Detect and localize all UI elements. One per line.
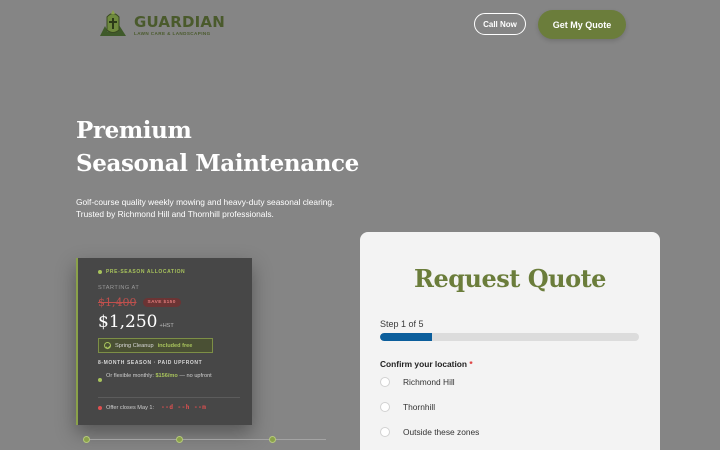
option-label: Outside these zones (403, 427, 480, 437)
step-indicator: Step 1 of 5 (380, 319, 424, 329)
timeline-dot (83, 436, 90, 443)
tax-note: +HST (159, 323, 174, 329)
location-option-outside[interactable]: Outside these zones (380, 427, 479, 437)
option-label: Thornhill (403, 402, 436, 412)
flexible-prefix: Or flexible monthly: (106, 373, 154, 379)
save-badge: SAVE $150 (142, 298, 181, 307)
call-now-button[interactable]: Call Now (474, 13, 526, 35)
offer-deadline-row: Offer closes May 1: --d --h --m (98, 404, 206, 411)
quote-form-card: Request Quote Step 1 of 5 Confirm your l… (360, 232, 660, 450)
hero-subtitle: Golf-course quality weekly mowing and he… (76, 197, 335, 219)
radio-button[interactable] (380, 377, 390, 387)
old-price-row: $1,400 SAVE $150 (98, 296, 181, 309)
location-option-thornhill[interactable]: Thornhill (380, 402, 435, 412)
hero-title: Premium Seasonal Maintenance (76, 114, 359, 180)
timeline-line (86, 439, 326, 440)
cleanup-status: included free (157, 342, 193, 349)
check-circle-icon (104, 342, 111, 349)
radio-button[interactable] (380, 427, 390, 437)
countdown-timer: --d --h --m (161, 404, 207, 411)
timeline-dot (176, 436, 183, 443)
new-price: $1,250 (98, 312, 158, 332)
alert-dot-icon (98, 405, 102, 410)
location-option-richmond-hill[interactable]: Richmond Hill (380, 377, 455, 387)
option-label: Richmond Hill (403, 377, 455, 387)
logo-name: GUARDIAN (134, 12, 225, 31)
status-dot-icon (98, 270, 102, 274)
card-divider (98, 397, 240, 398)
allocation-text: PRE-SEASON ALLOCATION (106, 269, 186, 275)
season-note: 8-MONTH SEASON · PAID UPFRONT (98, 360, 203, 366)
knight-helmet-icon (96, 8, 130, 42)
flexible-payment-text: Or flexible monthly: $156/mo — no upfron… (106, 372, 212, 382)
timeline-dot (269, 436, 276, 443)
flexible-rate: $156/mo (155, 373, 178, 379)
pricing-card: PRE-SEASON ALLOCATION STARTING AT $1,400… (76, 258, 252, 425)
hero-title-line2: Seasonal Maintenance (76, 150, 359, 177)
radio-button[interactable] (380, 402, 390, 412)
flexible-payment-row: Or flexible monthly: $156/mo — no upfron… (98, 372, 228, 382)
offer-label: Offer closes May 1: (106, 404, 155, 411)
old-price: $1,400 (98, 296, 137, 309)
allocation-label: PRE-SEASON ALLOCATION (98, 269, 185, 275)
starting-at-label: STARTING AT (98, 285, 140, 291)
bullet-dot-icon (98, 378, 102, 382)
get-my-quote-button[interactable]: Get My Quote (538, 10, 626, 39)
logo-tagline: LAWN CARE & LANDSCAPING (134, 30, 211, 36)
cleanup-included-badge: Spring Cleanup included free (98, 338, 213, 353)
brand-logo[interactable]: GUARDIAN LAWN CARE & LANDSCAPING (96, 8, 225, 42)
flexible-suffix: — no upfront (179, 373, 212, 379)
quote-form-title: Request Quote (414, 264, 606, 293)
cleanup-label: Spring Cleanup (115, 342, 154, 349)
location-label: Confirm your location (380, 359, 468, 369)
progress-bar-fill (380, 333, 432, 341)
location-question: Confirm your location * (380, 359, 473, 369)
progress-bar (380, 333, 639, 341)
new-price-row: $1,250 +HST (98, 312, 174, 332)
required-mark: * (469, 359, 473, 369)
hero-title-line1: Premium (76, 117, 192, 144)
